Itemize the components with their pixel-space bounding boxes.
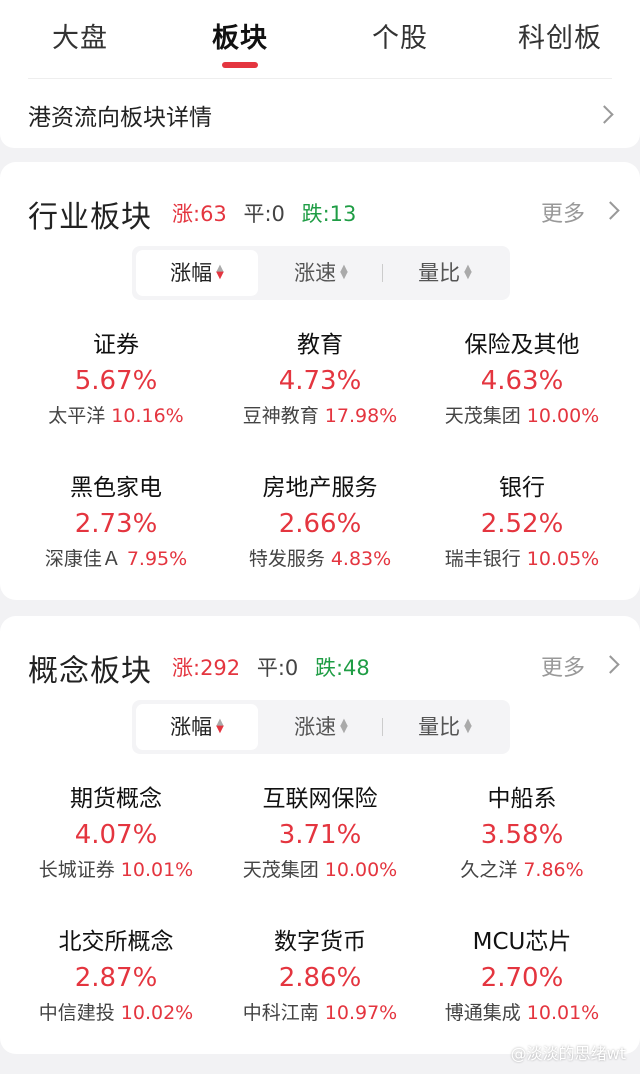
leading-stock: 中信建投 10.02% — [38, 1002, 194, 1024]
sector-change: 2.86% — [278, 963, 362, 993]
tab-sectors[interactable]: 板块 — [160, 16, 320, 55]
sector-tile[interactable]: 证券 5.67% 太平洋 10.16% — [16, 328, 216, 432]
sector-change: 4.07% — [74, 820, 158, 850]
sort-by-change[interactable]: 涨幅 ▲ ▼ — [136, 250, 258, 296]
leading-stock: 豆神教育 17.98% — [242, 405, 398, 427]
leading-stock: 天茂集团 10.00% — [242, 859, 398, 881]
sector-change: 2.87% — [74, 963, 158, 993]
sector-change: 5.67% — [74, 366, 158, 396]
leading-stock: 博通集成 10.01% — [444, 1002, 600, 1024]
down-count: 跌:48 — [314, 656, 370, 680]
top-tab-bar: 大盘 板块 个股 科创板 — [0, 0, 640, 70]
sector-tile[interactable]: 数字货币 2.86% 中科江南 10.97% — [220, 925, 420, 1029]
leading-stock: 中科江南 10.97% — [242, 1002, 398, 1024]
sort-arrows-icon: ▲ ▼ — [464, 263, 472, 281]
sector-tile[interactable]: 期货概念 4.07% 长城证券 10.01% — [16, 782, 216, 886]
flat-count: 平:0 — [243, 202, 285, 226]
sector-stats: 涨:63 平:0 跌:13 — [172, 198, 366, 228]
sector-tile[interactable]: 房地产服务 2.66% 特发服务 4.83% — [220, 471, 420, 575]
flat-count: 平:0 — [256, 656, 299, 680]
sector-name: 保险及其他 — [464, 332, 580, 358]
sector-tile[interactable]: 银行 2.52% 瑞丰银行 10.05% — [422, 471, 622, 575]
sector-stats: 涨:292 平:0 跌:48 — [172, 652, 380, 682]
section-title: 行业板块 — [28, 200, 152, 235]
sector-tile[interactable]: 互联网保险 3.71% 天茂集团 10.00% — [220, 782, 420, 886]
divider — [382, 264, 383, 282]
sort-arrows-icon: ▲ ▼ — [340, 263, 348, 281]
down-count: 跌:13 — [301, 202, 357, 226]
up-count: 涨:63 — [172, 202, 227, 226]
sector-name: 房地产服务 — [262, 475, 378, 501]
tab-star-market[interactable]: 科创板 — [480, 16, 640, 55]
sector-tile[interactable]: 黑色家电 2.73% 深康佳Ａ 7.95% — [16, 471, 216, 575]
sort-arrows-icon: ▲ ▼ — [216, 717, 224, 735]
leading-stock: 特发服务 4.83% — [248, 548, 392, 570]
sort-by-change[interactable]: 涨幅 ▲ ▼ — [136, 704, 258, 750]
sector-name: 期货概念 — [70, 786, 162, 812]
chevron-right-icon — [595, 105, 614, 124]
sort-by-volume-ratio[interactable]: 量比 ▲ ▼ — [384, 704, 506, 750]
leading-stock: 长城证券 10.01% — [38, 859, 194, 881]
sector-name: 互联网保险 — [262, 786, 378, 812]
sector-change: 2.70% — [480, 963, 564, 993]
sector-change: 2.52% — [480, 509, 564, 539]
sector-tile[interactable]: 北交所概念 2.87% 中信建投 10.02% — [16, 925, 216, 1029]
sort-arrows-icon: ▲ ▼ — [340, 717, 348, 735]
sector-change: 2.73% — [74, 509, 158, 539]
sector-name: 银行 — [499, 475, 545, 501]
chevron-right-icon — [601, 201, 620, 220]
sort-bar: 涨幅 ▲ ▼ 涨速 ▲ ▼ 量比 ▲ ▼ — [132, 246, 510, 300]
sector-name: MCU芯片 — [472, 929, 572, 955]
leading-stock: 太平洋 10.16% — [48, 405, 184, 427]
tab-market[interactable]: 大盘 — [0, 16, 160, 55]
section-title: 概念板块 — [28, 654, 152, 689]
leading-stock: 天茂集团 10.00% — [444, 405, 600, 427]
sector-change: 4.73% — [278, 366, 362, 396]
sort-by-speed[interactable]: 涨速 ▲ ▼ — [260, 704, 382, 750]
sector-name: 北交所概念 — [58, 929, 174, 955]
more-button[interactable]: 更多 — [541, 196, 585, 228]
watermark: @淡淡的思绪wt — [510, 1044, 626, 1063]
divider — [28, 78, 612, 79]
up-count: 涨:292 — [172, 656, 241, 680]
sector-change: 2.66% — [278, 509, 362, 539]
sort-arrows-icon: ▲ ▼ — [216, 263, 224, 281]
sector-change: 3.71% — [278, 820, 362, 850]
divider — [382, 718, 383, 736]
hk-flow-row[interactable]: 港资流向板块详情 — [0, 70, 640, 148]
sector-name: 数字货币 — [274, 929, 366, 955]
sector-tile[interactable]: MCU芯片 2.70% 博通集成 10.01% — [422, 925, 622, 1029]
concept-sector-card: 概念板块 涨:292 平:0 跌:48 更多 涨幅 ▲ ▼ 涨速 ▲ ▼ 量比 ▲ ▼ 期货… — [0, 616, 640, 1054]
tab-stocks[interactable]: 个股 — [320, 16, 480, 55]
sort-bar: 涨幅 ▲ ▼ 涨速 ▲ ▼ 量比 ▲ ▼ — [132, 700, 510, 754]
chevron-right-icon — [601, 655, 620, 674]
sort-by-volume-ratio[interactable]: 量比 ▲ ▼ — [384, 250, 506, 296]
sector-tile[interactable]: 教育 4.73% 豆神教育 17.98% — [220, 328, 420, 432]
sort-by-speed[interactable]: 涨速 ▲ ▼ — [260, 250, 382, 296]
sector-name: 证券 — [93, 332, 139, 358]
sector-name: 中船系 — [487, 786, 557, 812]
leading-stock: 瑞丰银行 10.05% — [444, 548, 600, 570]
industry-sector-card: 行业板块 涨:63 平:0 跌:13 更多 涨幅 ▲ ▼ 涨速 ▲ ▼ 量比 ▲ ▼ 证券 … — [0, 162, 640, 600]
more-button[interactable]: 更多 — [541, 650, 585, 682]
sector-name: 黑色家电 — [70, 475, 162, 501]
sector-tile[interactable]: 中船系 3.58% 久之洋 7.86% — [422, 782, 622, 886]
active-tab-indicator — [222, 62, 258, 68]
sector-change: 3.58% — [480, 820, 564, 850]
leading-stock: 久之洋 7.86% — [460, 859, 584, 881]
sector-change: 4.63% — [480, 366, 564, 396]
sector-tile[interactable]: 保险及其他 4.63% 天茂集团 10.00% — [422, 328, 622, 432]
hk-flow-label: 港资流向板块详情 — [28, 105, 212, 131]
leading-stock: 深康佳Ａ 7.95% — [44, 548, 188, 570]
sector-name: 教育 — [297, 332, 343, 358]
sort-arrows-icon: ▲ ▼ — [464, 717, 472, 735]
